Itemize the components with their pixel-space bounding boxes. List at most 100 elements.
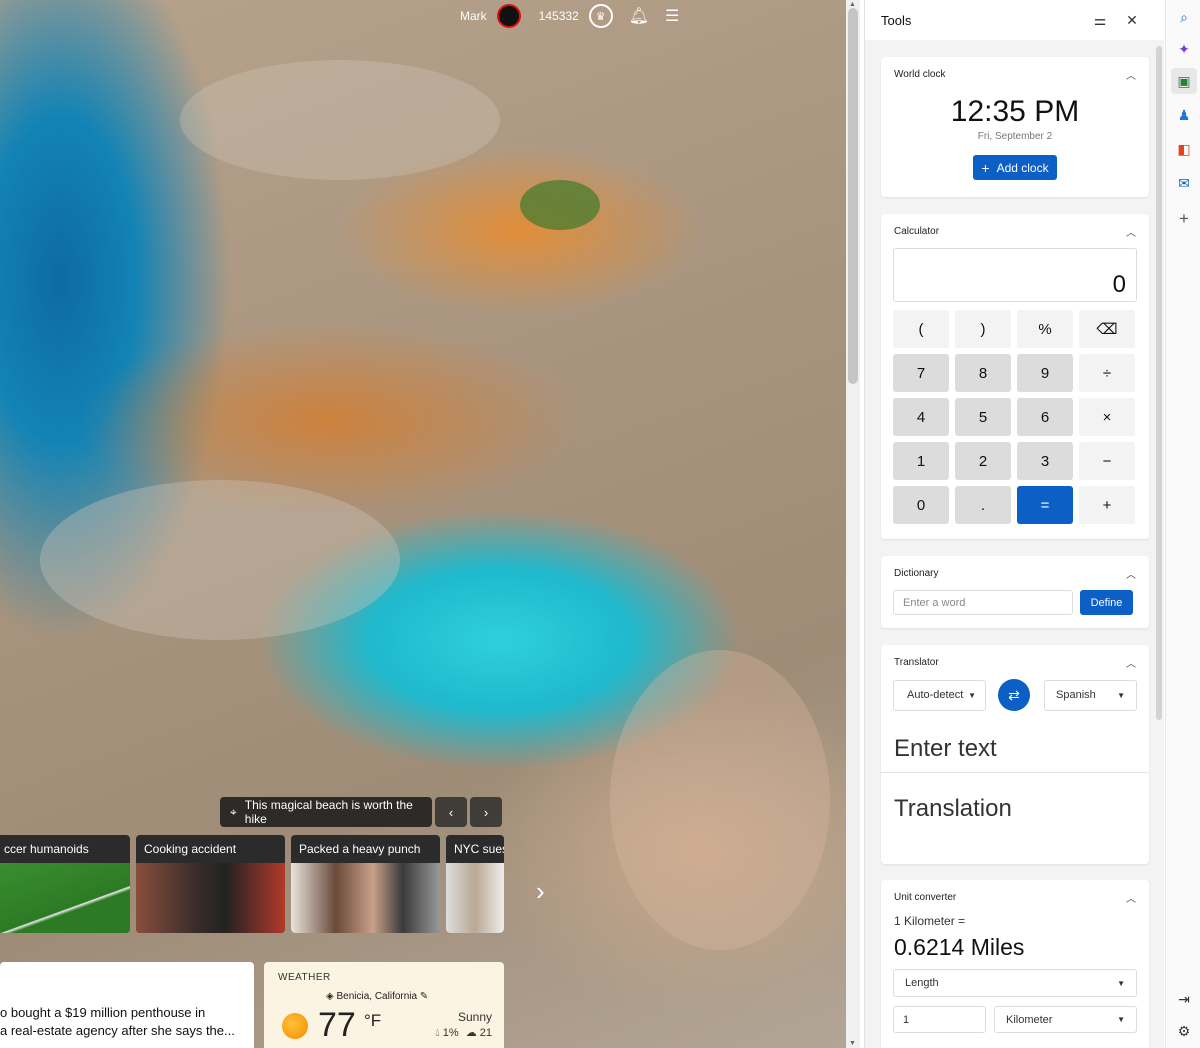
settings-gear-icon[interactable]: ⚙ xyxy=(1171,1018,1197,1044)
key-1[interactable]: 1 xyxy=(893,442,949,480)
next-arrow-button[interactable]: › xyxy=(470,797,502,827)
world-clock-card: World clock ︿ 12:35 PM Fri, September 2 … xyxy=(881,57,1149,197)
location-pin-icon: ⌖ xyxy=(230,804,237,819)
hamburger-menu-icon[interactable]: ☰ xyxy=(665,6,679,26)
dictionary-input[interactable]: Enter a word xyxy=(893,590,1073,615)
user-name[interactable]: Mark xyxy=(460,9,487,23)
close-icon[interactable]: ✕ xyxy=(1116,12,1148,29)
dropdown-caret-icon: ▼ xyxy=(1117,978,1125,988)
translator-input[interactable]: Enter text xyxy=(881,711,1149,773)
target-language: Spanish xyxy=(1056,689,1096,701)
key-equals[interactable]: = xyxy=(1017,486,1073,524)
unit-amount-input[interactable]: 1 xyxy=(893,1006,986,1033)
tools-briefcase-icon[interactable]: ▣ xyxy=(1171,68,1197,94)
key-multiply[interactable]: × xyxy=(1079,398,1135,436)
rock-texture xyxy=(40,480,400,640)
story-text-line: o bought a $19 million penthouse in xyxy=(0,1005,206,1020)
droplet-icon: 💧︎ xyxy=(435,1027,440,1039)
scroll-up-arrow-icon[interactable]: ▲ xyxy=(849,1,856,8)
air-quality-icon: ☁︎ xyxy=(465,1027,477,1039)
key-plus[interactable]: + xyxy=(1079,486,1135,524)
hero-caption-text: This magical beach is worth the hike xyxy=(244,798,413,826)
chevron-up-icon[interactable]: ︿ xyxy=(1126,67,1136,82)
key-close-paren[interactable]: ) xyxy=(955,310,1011,348)
unit-name: Kilometer xyxy=(1006,1013,1053,1026)
chevron-up-icon[interactable]: ︿ xyxy=(1126,890,1136,905)
key-9[interactable]: 9 xyxy=(1017,354,1073,392)
translator-title: Translator xyxy=(894,656,939,668)
news-card[interactable]: Cooking accident xyxy=(136,835,285,933)
news-card[interactable]: Packed a heavy punch xyxy=(291,835,440,933)
weather-card[interactable]: WEATHER ◈ Benicia, California ✎ 77 °F Su… xyxy=(264,962,504,1048)
define-button[interactable]: Define xyxy=(1080,590,1133,615)
add-plus-icon[interactable]: + xyxy=(1171,206,1197,232)
tools-header: Tools ⚌ ✕ xyxy=(865,0,1164,40)
add-clock-button[interactable]: + Add clock xyxy=(973,155,1057,180)
chevron-up-icon[interactable]: ︿ xyxy=(1126,655,1136,670)
swap-languages-icon[interactable]: ⇄ xyxy=(998,679,1030,711)
rewards-points[interactable]: 145332 xyxy=(539,9,579,23)
key-decimal[interactable]: . xyxy=(955,486,1011,524)
key-0[interactable]: 0 xyxy=(893,486,949,524)
key-7[interactable]: 7 xyxy=(893,354,949,392)
backspace-icon[interactable]: ⌫ xyxy=(1079,310,1135,348)
scrollbar-thumb[interactable] xyxy=(848,8,858,384)
story-card[interactable]: o bought a $19 million penthouse in a re… xyxy=(0,962,254,1048)
hero-caption-button[interactable]: ⌖ This magical beach is worth the hike xyxy=(220,797,432,827)
target-language-select[interactable]: Spanish ▼ xyxy=(1044,679,1137,711)
calculator-display: 0 xyxy=(893,248,1137,302)
scroll-down-arrow-icon[interactable]: ▼ xyxy=(849,1040,856,1047)
translator-output: Translation xyxy=(894,795,1012,822)
key-4[interactable]: 4 xyxy=(893,398,949,436)
new-tab-page: Mark 145332 ♛ 🔔︎ ☰ ⌖ This magical beach … xyxy=(0,0,846,1048)
weather-location[interactable]: ◈ Benicia, California ✎ xyxy=(326,991,428,1002)
key-8[interactable]: 8 xyxy=(955,354,1011,392)
page-scrollbar[interactable]: ▲ ▼ xyxy=(846,0,860,1048)
unit-converter-card: Unit converter ︿ 1 Kilometer = 0.6214 Mi… xyxy=(881,880,1149,1048)
conversion-source: 1 Kilometer = xyxy=(894,914,966,928)
tools-pane: Tools ⚌ ✕ World clock ︿ 12:35 PM Fri, Se… xyxy=(864,0,1164,1048)
unit-select[interactable]: Kilometer ▼ xyxy=(994,1006,1137,1033)
source-language-select[interactable]: Auto-detect ▼ xyxy=(893,679,986,711)
news-card[interactable]: ccer humanoids xyxy=(0,835,130,933)
previous-arrow-button[interactable]: ‹ xyxy=(435,797,467,827)
office-icon[interactable]: ◧ xyxy=(1171,136,1197,162)
dropdown-caret-icon: ▼ xyxy=(1117,1015,1125,1024)
sidebar-collapse-icon[interactable]: ⇥ xyxy=(1171,986,1197,1012)
weather-condition: Sunny xyxy=(457,1010,492,1024)
chevron-up-icon[interactable]: ︿ xyxy=(1126,566,1136,581)
clock-date: Fri, September 2 xyxy=(977,131,1053,142)
key-6[interactable]: 6 xyxy=(1017,398,1073,436)
chevron-up-icon[interactable]: ︿ xyxy=(1126,224,1136,239)
key-5[interactable]: 5 xyxy=(955,398,1011,436)
carousel-next-icon[interactable]: › xyxy=(536,876,545,907)
rock-texture xyxy=(180,60,500,180)
news-thumbnail xyxy=(0,863,130,933)
trophy-icon[interactable]: ♛ xyxy=(588,4,613,28)
key-2[interactable]: 2 xyxy=(955,442,1011,480)
key-minus[interactable]: − xyxy=(1079,442,1135,480)
unit-category-select[interactable]: Length ▼ xyxy=(893,969,1137,997)
outlook-icon[interactable]: ✉ xyxy=(1171,170,1197,196)
key-3[interactable]: 3 xyxy=(1017,442,1073,480)
news-thumbnail xyxy=(446,863,504,933)
source-language: Auto-detect xyxy=(907,689,964,701)
key-open-paren[interactable]: ( xyxy=(893,310,949,348)
edit-pencil-icon[interactable]: ✎ xyxy=(420,991,428,1002)
tools-scrollbar[interactable] xyxy=(1156,46,1162,720)
games-icon[interactable]: ♟ xyxy=(1171,102,1197,128)
avatar[interactable] xyxy=(496,4,521,28)
key-percent[interactable]: % xyxy=(1017,310,1073,348)
shrub-patch xyxy=(520,180,600,230)
news-card[interactable]: NYC sues c xyxy=(446,835,504,933)
discover-sparkle-icon[interactable]: ✦ xyxy=(1171,36,1197,62)
news-card-label: Cooking accident xyxy=(144,842,237,856)
key-divide[interactable]: ÷ xyxy=(1079,354,1135,392)
search-icon[interactable]: ⌕ xyxy=(1171,4,1197,30)
conversion-result: 0.6214 Miles xyxy=(894,934,1025,960)
beach-sand xyxy=(610,650,830,950)
unit-converter-title: Unit converter xyxy=(894,891,957,903)
customize-sliders-icon[interactable]: ⚌ xyxy=(1084,12,1116,29)
bell-icon[interactable]: 🔔︎ xyxy=(629,6,649,26)
top-bar: Mark 145332 ♛ 🔔︎ ☰ xyxy=(460,0,679,32)
